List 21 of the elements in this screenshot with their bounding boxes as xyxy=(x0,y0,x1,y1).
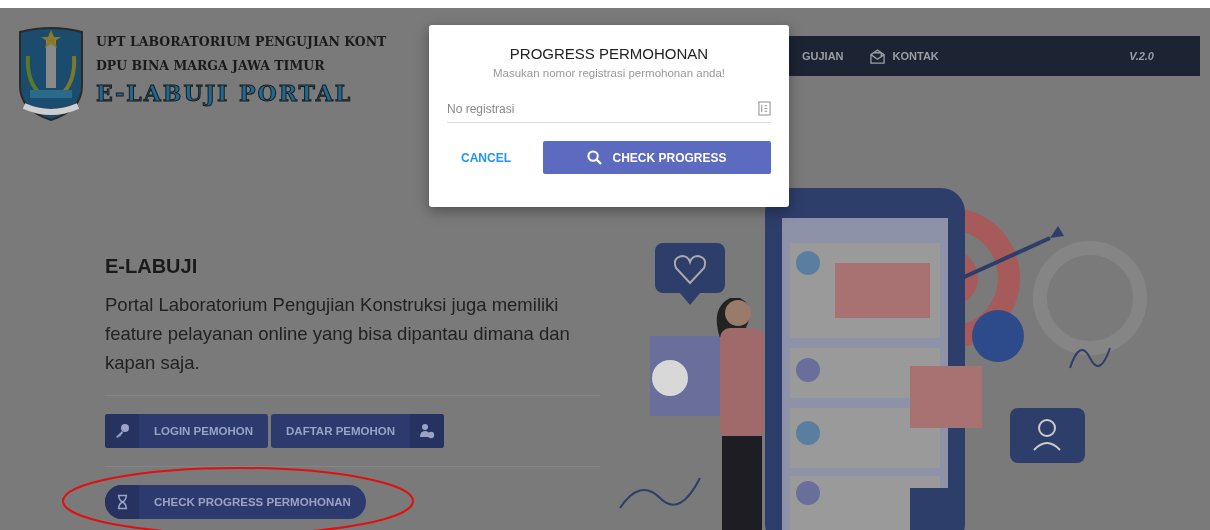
version-label: V.2.0 xyxy=(1129,50,1154,62)
key-icon xyxy=(105,414,139,448)
dialog-subtitle: Masukan nomor registrasi permohonan anda! xyxy=(491,67,726,79)
nav-link[interactable]: GUJIAN xyxy=(802,48,844,64)
envelope-icon xyxy=(869,48,885,64)
nav-link[interactable]: KONTAK xyxy=(869,48,939,64)
portal-name: E-LABUJI PORTAL xyxy=(96,79,354,108)
hero-title: E-LABUJI xyxy=(105,255,199,278)
action-button[interactable]: LOGIN PEMOHON xyxy=(105,414,269,448)
search-icon xyxy=(587,150,603,165)
institution-name: UPT LABORATORIUM PENGUJIAN KONT xyxy=(96,33,387,51)
hourglass-icon xyxy=(105,485,139,519)
action-button[interactable]: DAFTAR PEMOHON xyxy=(271,414,445,448)
dialog-title: PROGRESS PERMOHONAN xyxy=(508,45,710,62)
id-card-icon xyxy=(758,101,771,116)
hero-description: Portal Laboratorium Pengujian Konstruksi juga memiliki feature pelayanan online yang bisa dipantau dimana dan kapan saja. xyxy=(105,293,571,375)
department-name: DPU BINA MARGA JAWA TIMUR xyxy=(96,57,326,75)
check-progress-submit-button[interactable]: CHECK PROGRESS xyxy=(543,141,771,174)
cancel-button[interactable]: CANCEL xyxy=(447,142,525,173)
user-add-icon xyxy=(410,414,445,448)
check-progress-button[interactable]: CHECK PROGRESS PERMOHONAN xyxy=(105,485,366,519)
